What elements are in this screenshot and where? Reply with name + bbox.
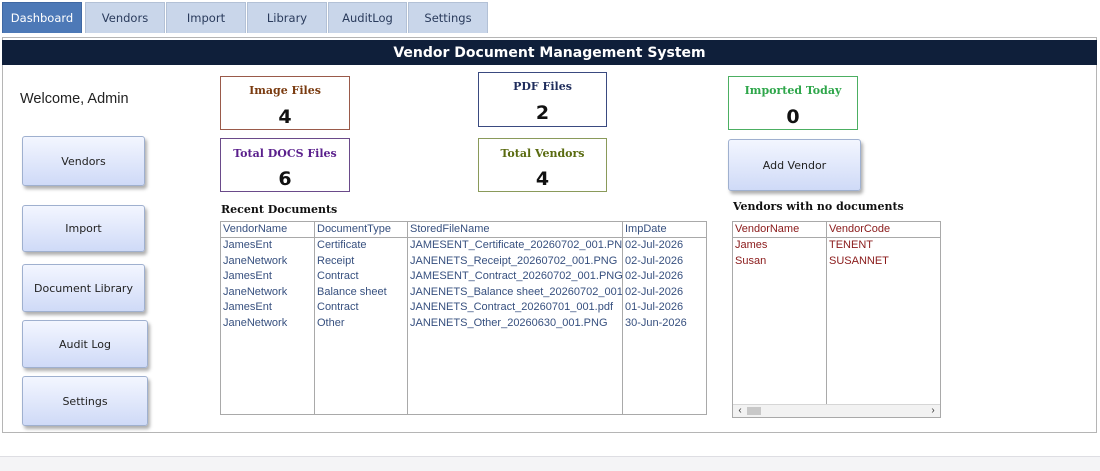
image-files-count: 4	[278, 106, 292, 128]
imported-today-label: Imported Today	[744, 84, 842, 97]
total-vendors-label: Total Vendors	[500, 147, 585, 160]
header-documenttype[interactable]: DocumentType	[315, 222, 407, 238]
col-vendorname: VendorName JamesEnt JaneNetwork JamesEnt…	[221, 222, 315, 414]
pdf-files-count: 2	[535, 102, 550, 124]
header-impdate[interactable]: ImpDate	[623, 222, 706, 238]
imported-today-card: Imported Today 0	[728, 76, 858, 130]
table-cell[interactable]: JAMESENT_Certificate_20260702_001.PNG	[408, 238, 622, 254]
vendors-no-documents-table[interactable]: VendorName James Susan VendorCode TENENT…	[732, 221, 941, 418]
audit-log-button[interactable]: Audit Log	[22, 320, 148, 368]
welcome-text: Welcome, Admin	[20, 91, 129, 107]
horizontal-scrollbar[interactable]: ‹ ›	[733, 404, 940, 417]
table-cell[interactable]: JaneNetwork	[221, 316, 314, 332]
imported-today-count: 0	[786, 106, 800, 128]
document-library-button[interactable]: Document Library	[22, 264, 145, 312]
status-bar	[0, 456, 1100, 471]
table-cell[interactable]: Susan	[733, 254, 826, 270]
pdf-files-label: PDF Files	[513, 80, 572, 93]
table-cell[interactable]: 02-Jul-2026	[623, 254, 706, 270]
table-cell[interactable]: 30-Jun-2026	[623, 316, 706, 332]
header-storedfilename[interactable]: StoredFileName	[408, 222, 622, 238]
header-vendorname[interactable]: VendorName	[221, 222, 314, 238]
table-cell[interactable]: 02-Jul-2026	[623, 269, 706, 285]
recent-documents-table[interactable]: VendorName JamesEnt JaneNetwork JamesEnt…	[220, 221, 707, 415]
header-vendorname[interactable]: VendorName	[733, 222, 826, 238]
total-docs-card: Total DOCS Files 6	[220, 138, 350, 192]
table-cell[interactable]: Balance sheet	[315, 285, 407, 301]
scroll-right-icon[interactable]: ›	[927, 405, 939, 417]
table-cell[interactable]: TENENT	[827, 238, 940, 254]
table-cell[interactable]: 01-Jul-2026	[623, 300, 706, 316]
tab-library[interactable]: Library	[247, 2, 327, 33]
table-cell[interactable]: Receipt	[315, 254, 407, 270]
table-cell[interactable]: Contract	[315, 269, 407, 285]
no-documents-title: Vendors with no documents	[733, 200, 904, 213]
recent-documents-title: Recent Documents	[221, 203, 338, 216]
table-cell[interactable]: SUSANNET	[827, 254, 940, 270]
vendors-button[interactable]: Vendors	[22, 136, 145, 186]
scroll-left-icon[interactable]: ‹	[734, 405, 746, 417]
header-vendorcode[interactable]: VendorCode	[827, 222, 940, 238]
app-title: Vendor Document Management System	[2, 40, 1097, 65]
table-cell[interactable]: JamesEnt	[221, 238, 314, 254]
table-cell[interactable]: Other	[315, 316, 407, 332]
table-cell[interactable]: JANENETS_Contract_20260701_001.pdf	[408, 300, 622, 316]
settings-button[interactable]: Settings	[22, 376, 148, 426]
table-cell[interactable]: JANENETS_Other_20260630_001.PNG	[408, 316, 622, 332]
table-cell[interactable]: James	[733, 238, 826, 254]
col-vendorname: VendorName James Susan	[733, 222, 827, 404]
table-cell[interactable]: JAMESENT_Contract_20260702_001.PNG	[408, 269, 622, 285]
image-files-card: Image Files 4	[220, 76, 350, 130]
table-cell[interactable]: 02-Jul-2026	[623, 285, 706, 301]
table-cell[interactable]: Certificate	[315, 238, 407, 254]
tab-dashboard[interactable]: Dashboard	[2, 2, 82, 33]
table-cell[interactable]: JamesEnt	[221, 300, 314, 316]
col-vendorcode: VendorCode TENENT SUSANNET	[827, 222, 940, 404]
table-cell[interactable]: JANENETS_Balance sheet_20260702_001.pdf	[408, 285, 622, 301]
col-impdate: ImpDate 02-Jul-2026 02-Jul-2026 02-Jul-2…	[623, 222, 706, 414]
tab-auditlog[interactable]: AuditLog	[328, 2, 407, 33]
import-button[interactable]: Import	[22, 205, 145, 252]
col-storedfilename: StoredFileName JAMESENT_Certificate_2026…	[408, 222, 623, 414]
total-vendors-card: Total Vendors 4	[478, 138, 607, 192]
tab-settings[interactable]: Settings	[408, 2, 488, 33]
table-cell[interactable]: 02-Jul-2026	[623, 238, 706, 254]
total-vendors-count: 4	[535, 168, 550, 190]
tab-import[interactable]: Import	[166, 2, 246, 33]
table-cell[interactable]: Contract	[315, 300, 407, 316]
image-files-label: Image Files	[249, 84, 321, 97]
table-cell[interactable]: JANENETS_Receipt_20260702_001.PNG	[408, 254, 622, 270]
tab-vendors[interactable]: Vendors	[85, 2, 165, 33]
scrollbar-thumb[interactable]	[747, 407, 761, 415]
table-cell[interactable]: JamesEnt	[221, 269, 314, 285]
total-docs-count: 6	[278, 168, 292, 190]
table-cell[interactable]: JaneNetwork	[221, 285, 314, 301]
total-docs-label: Total DOCS Files	[233, 147, 337, 160]
add-vendor-button[interactable]: Add Vendor	[728, 139, 861, 191]
col-documenttype: DocumentType Certificate Receipt Contrac…	[315, 222, 408, 414]
pdf-files-card: PDF Files 2	[478, 72, 607, 127]
table-cell[interactable]: JaneNetwork	[221, 254, 314, 270]
